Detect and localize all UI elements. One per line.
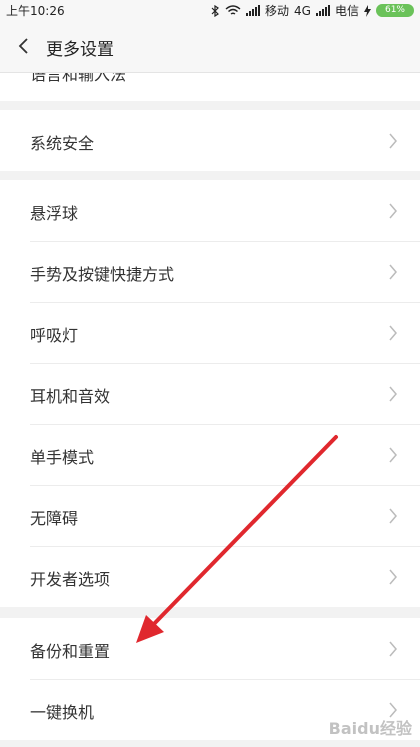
annotation-arrow [136,435,338,643]
watermark: Baidu经验 [328,719,412,738]
